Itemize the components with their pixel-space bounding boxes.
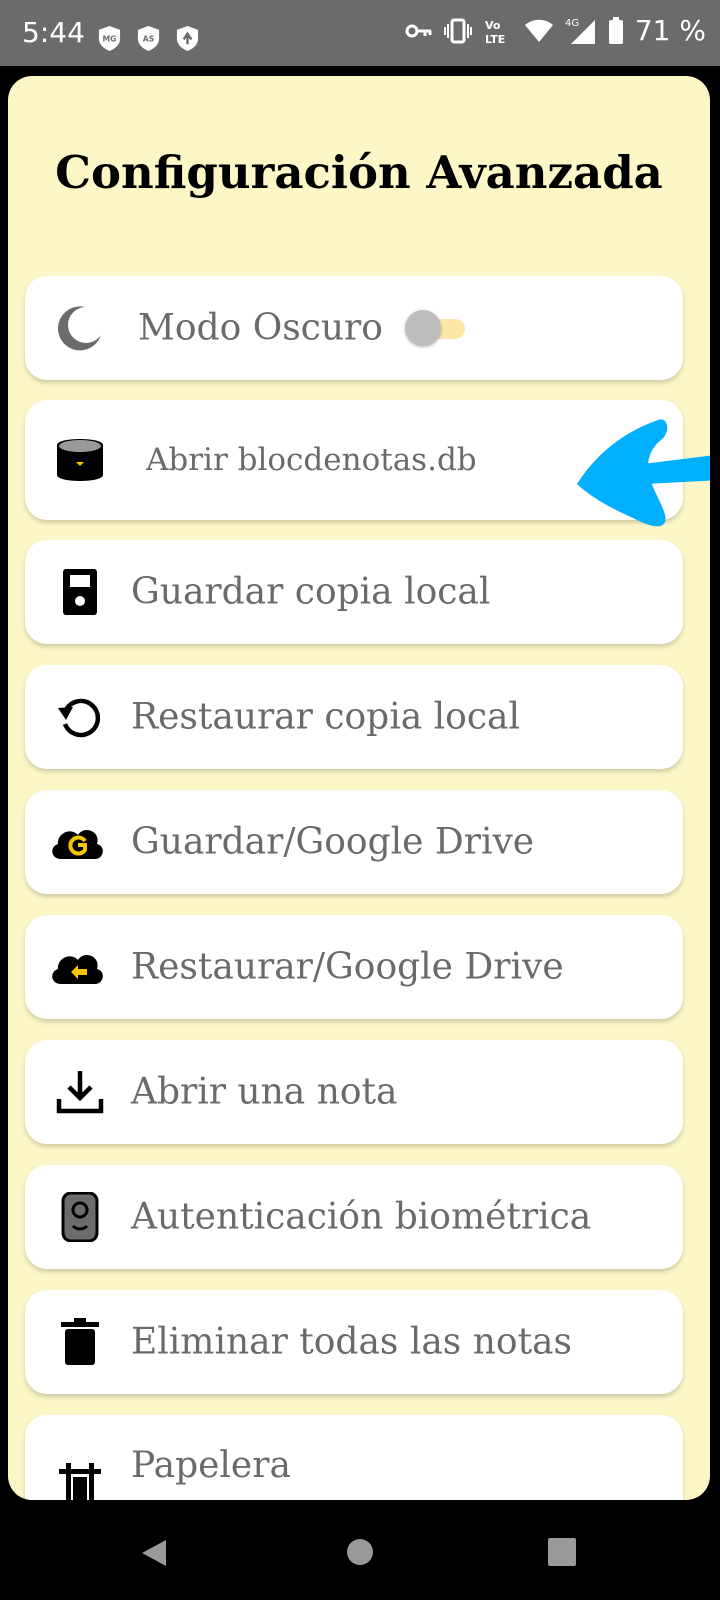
- page-title: Configuración Avanzada: [55, 146, 663, 199]
- delete-all-notes-item[interactable]: Eliminar todas las notas: [25, 1290, 683, 1394]
- status-bar: 5:44 MG AS Vo LTE 4G 71 %: [0, 0, 720, 66]
- as-shield-icon: AS: [137, 26, 160, 51]
- dark-mode-item[interactable]: Modo Oscuro: [25, 276, 683, 380]
- home-icon[interactable]: [346, 1538, 374, 1566]
- open-database-label: Abrir blocdenotas.db: [146, 442, 477, 478]
- dark-mode-toggle[interactable]: [405, 310, 467, 346]
- database-icon: [57, 439, 103, 481]
- trash-bin-icon: [59, 1463, 101, 1500]
- restore-local-copy-item[interactable]: Restaurar copia local: [25, 665, 683, 769]
- save-local-copy-label: Guardar copia local: [131, 571, 491, 613]
- trash-icon: [61, 1318, 99, 1365]
- volte-icon: Vo LTE: [485, 19, 505, 45]
- recents-icon[interactable]: [548, 1538, 576, 1566]
- wifi-icon: [524, 19, 553, 42]
- save-google-drive-item[interactable]: Guardar/Google Drive: [25, 790, 683, 894]
- restore-local-copy-label: Restaurar copia local: [131, 696, 520, 738]
- dark-mode-label: Modo Oscuro: [138, 307, 383, 349]
- vibrate-icon: [443, 18, 472, 43]
- open-note-item[interactable]: Abrir una nota: [25, 1040, 683, 1144]
- trash-label: Papelera: [131, 1445, 291, 1486]
- vpn-shield-icon: [176, 26, 199, 51]
- moon-icon: [58, 306, 101, 351]
- battery-icon: [608, 16, 623, 44]
- back-icon[interactable]: [139, 1538, 169, 1568]
- trash-item[interactable]: Papelera: [25, 1415, 683, 1500]
- download-icon: [56, 1071, 104, 1114]
- svg-text:AS: AS: [143, 34, 155, 43]
- app-frame: Configuración Avanzada Modo Oscuro Abrir…: [0, 66, 720, 1508]
- svg-text:LTE: LTE: [485, 33, 505, 45]
- status-time: 5:44: [22, 16, 85, 49]
- settings-screen: Configuración Avanzada Modo Oscuro Abrir…: [8, 76, 710, 1500]
- biometric-auth-label: Autenticación biométrica: [131, 1196, 592, 1238]
- toggle-knob: [405, 310, 441, 346]
- cloud-restore-icon: [52, 954, 103, 984]
- biometric-icon: [61, 1192, 99, 1242]
- open-note-label: Abrir una nota: [131, 1071, 398, 1113]
- svg-text:MG: MG: [103, 34, 117, 43]
- key-icon: [405, 24, 432, 37]
- save-local-copy-item[interactable]: Guardar copia local: [25, 540, 683, 644]
- mg-shield-icon: MG: [98, 26, 121, 51]
- restore-icon: [58, 698, 101, 738]
- svg-text:Vo: Vo: [485, 19, 501, 32]
- save-icon: [63, 569, 97, 615]
- restore-google-drive-item[interactable]: Restaurar/Google Drive: [25, 915, 683, 1019]
- delete-all-notes-label: Eliminar todas las notas: [131, 1321, 572, 1363]
- biometric-auth-item[interactable]: Autenticación biométrica: [25, 1165, 683, 1269]
- signal-4g-icon: 4G: [565, 18, 595, 44]
- blue-arrow-annotation: [577, 419, 710, 527]
- save-google-drive-label: Guardar/Google Drive: [131, 821, 535, 863]
- navigation-bar: [0, 1508, 720, 1600]
- restore-google-drive-label: Restaurar/Google Drive: [131, 946, 564, 988]
- svg-text:4G: 4G: [565, 18, 579, 29]
- battery-percent: 71 %: [634, 14, 706, 47]
- google-cloud-icon: [52, 829, 103, 859]
